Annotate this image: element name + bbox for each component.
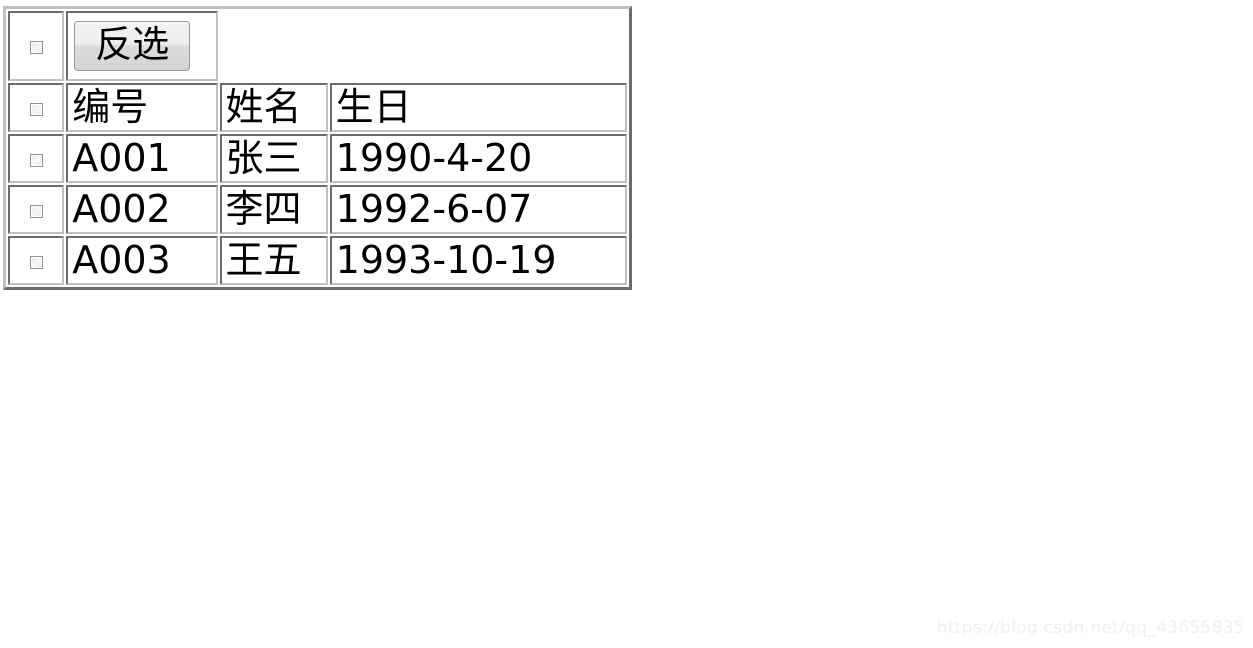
table-header-row: 编号 姓名 生日 [8, 83, 627, 133]
watermark: https://blog.csdn.net/qq_43655835 [936, 618, 1245, 638]
cell-birthday: 1993-10-19 [329, 236, 627, 286]
cell-id: A001 [66, 134, 218, 184]
cell-name: 王五 [219, 236, 328, 286]
column-header-name: 姓名 [219, 83, 328, 133]
header-row-checkbox[interactable] [29, 103, 43, 116]
row-checkbox[interactable] [29, 256, 43, 270]
cell-id: A002 [66, 185, 218, 235]
row-checkbox-cell [8, 134, 65, 184]
table-row[interactable]: A003 王五 1993-10-19 [8, 236, 627, 286]
toolbar-filler [219, 11, 328, 81]
toolbar-filler [329, 11, 627, 81]
invert-selection-button[interactable]: 反选 [74, 21, 191, 71]
column-header-birthday: 生日 [329, 83, 627, 133]
table-row[interactable]: A001 张三 1990-4-20 [8, 134, 627, 184]
select-all-cell [8, 11, 65, 81]
cell-birthday: 1992-6-07 [329, 185, 627, 235]
column-header-id: 编号 [66, 83, 218, 133]
header-checkbox-cell [8, 83, 65, 133]
cell-birthday: 1990-4-20 [329, 134, 627, 184]
employee-table: 反选 编号 姓名 生日 A001 张三 1990-4-20 A002 李四 19… [3, 6, 632, 291]
row-checkbox[interactable] [29, 205, 43, 219]
toolbar-row: 反选 [8, 11, 627, 81]
row-checkbox-cell [8, 236, 65, 286]
cell-id: A003 [66, 236, 218, 286]
row-checkbox-cell [8, 185, 65, 235]
cell-name: 李四 [219, 185, 328, 235]
table-row[interactable]: A002 李四 1992-6-07 [8, 185, 627, 235]
select-all-checkbox[interactable] [29, 41, 43, 55]
cell-name: 张三 [219, 134, 328, 184]
row-checkbox[interactable] [29, 154, 43, 168]
toolbar-cell: 反选 [66, 11, 218, 81]
